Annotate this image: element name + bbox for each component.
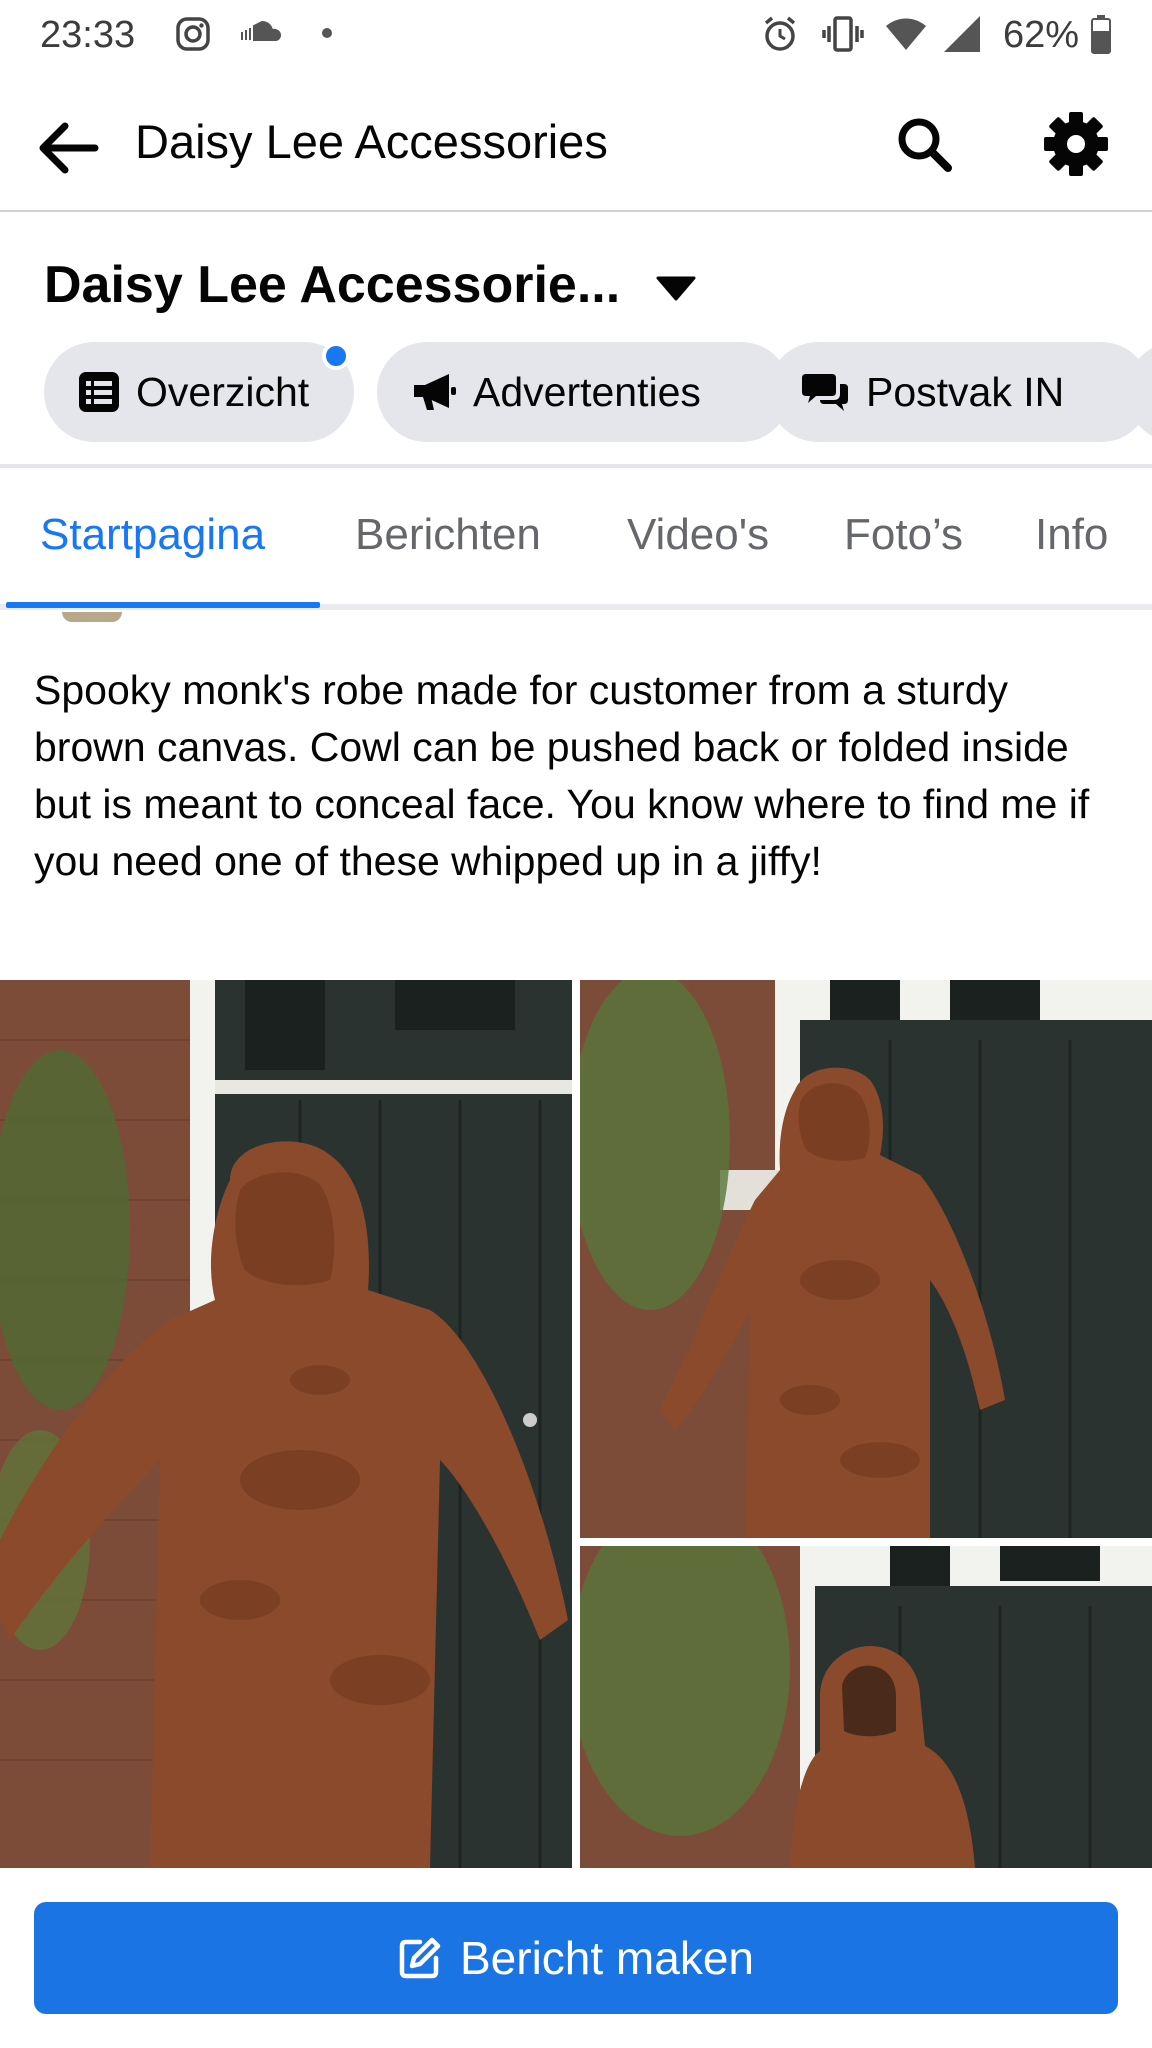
pill-inbox[interactable]: Postvak IN	[768, 342, 1151, 442]
list-icon	[79, 372, 119, 412]
app-header: Daisy Lee Accessories	[0, 80, 1152, 212]
tab-fotos[interactable]: Foto’s	[844, 510, 963, 560]
post-text: Spooky monk's robe made for customer fro…	[34, 667, 1090, 884]
photo-grid	[0, 980, 1152, 1868]
pill-overview-label: Overzicht	[136, 368, 310, 415]
robe-photo-front[interactable]	[0, 980, 572, 1868]
megaphone-icon	[414, 374, 456, 410]
bottom-bar: Bericht maken	[0, 1868, 1152, 2048]
pill-overview[interactable]: Overzicht	[44, 342, 354, 442]
battery-percent: 62%	[1003, 14, 1080, 56]
search-icon	[898, 118, 952, 172]
signal-icon	[940, 14, 982, 59]
caret-down-icon	[656, 276, 696, 301]
battery-icon	[1090, 14, 1112, 59]
create-post-label: Bericht maken	[459, 1932, 754, 1984]
pill-inbox-label: Postvak IN	[866, 368, 1065, 415]
pill-ads-label: Advertenties	[473, 368, 701, 415]
active-tab-indicator	[6, 602, 320, 608]
chat-icon	[802, 374, 848, 411]
tab-videos[interactable]: Video's	[627, 510, 769, 560]
gear-icon	[1044, 112, 1108, 176]
back-button[interactable]	[30, 110, 106, 186]
header-title: Daisy Lee Accessories	[135, 115, 608, 168]
wifi-icon	[884, 16, 928, 57]
tab-startpagina[interactable]: Startpagina	[40, 510, 265, 560]
dot-icon	[322, 28, 332, 38]
instagram-icon	[175, 16, 211, 57]
divider	[0, 464, 1152, 468]
tab-info[interactable]: Info	[1035, 510, 1108, 560]
notification-dot	[322, 342, 350, 370]
vibrate-icon	[820, 14, 866, 59]
tab-berichten[interactable]: Berichten	[355, 510, 541, 560]
status-time: 23:33	[40, 14, 136, 56]
edit-icon	[399, 1937, 441, 1979]
soundcloud-icon	[240, 20, 282, 47]
page-tabs: Startpagina Berichten Video's Foto’s Inf…	[0, 470, 1152, 610]
back-arrow-icon	[39, 122, 99, 174]
search-button[interactable]	[886, 106, 962, 182]
pill-ads[interactable]: Advertenties	[377, 342, 791, 442]
page-switcher[interactable]: Daisy Lee Accessorie...	[44, 255, 696, 315]
robe-photo-side[interactable]	[580, 980, 1152, 1538]
robe-photo-hood[interactable]	[580, 1546, 1152, 1868]
status-bar: 23:33 62%	[0, 0, 1152, 68]
page-name: Daisy Lee Accessorie...	[44, 256, 621, 314]
alarm-icon	[760, 14, 800, 59]
avatar	[62, 612, 122, 622]
settings-button[interactable]	[1038, 106, 1114, 182]
create-post-button[interactable]: Bericht maken	[34, 1902, 1118, 2014]
page-tools-bar: Overzicht Advertenties Postvak IN	[44, 342, 1152, 442]
